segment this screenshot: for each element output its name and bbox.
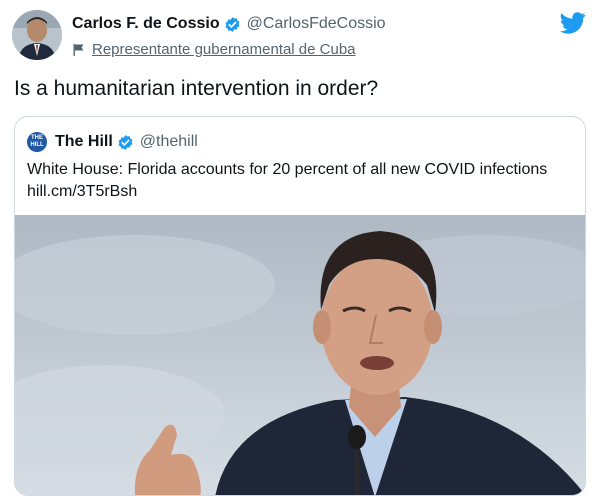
verified-badge-icon [117,134,134,151]
government-label[interactable]: Representante gubernamental de Cuba [72,41,580,58]
quoted-author-display-name[interactable]: The Hill [55,133,113,151]
quoted-author-row: THE HILL The Hill @thehill [27,131,198,153]
author-display-name[interactable]: Carlos F. de Cossio [72,15,220,33]
author-avatar[interactable] [12,10,62,60]
quoted-link[interactable]: hill.cm/3T5rBsh [27,181,575,203]
twitter-bird-icon[interactable] [560,12,586,34]
quoted-tweet-photo[interactable] [15,215,585,495]
quoted-headline: White House: Florida accounts for 20 per… [27,161,548,178]
quoted-tweet[interactable]: THE HILL The Hill @thehill White House: … [14,116,586,496]
author-handle[interactable]: @CarlosFdeCossio [247,15,386,33]
quoted-tweet-text: White House: Florida accounts for 20 per… [27,159,575,203]
tweet-text: Is a humanitarian intervention in order? [14,77,379,100]
government-label-text: Representante gubernamental de Cuba [92,41,356,58]
verified-badge-icon [224,16,241,33]
author-row: Carlos F. de Cossio @CarlosFdeCossio [72,14,580,34]
tweet-header: Carlos F. de Cossio @CarlosFdeCossio Rep… [72,14,580,58]
quoted-author-handle[interactable]: @thehill [140,133,198,151]
quoted-author-avatar[interactable]: THE HILL [27,132,47,152]
flag-icon [72,43,86,57]
